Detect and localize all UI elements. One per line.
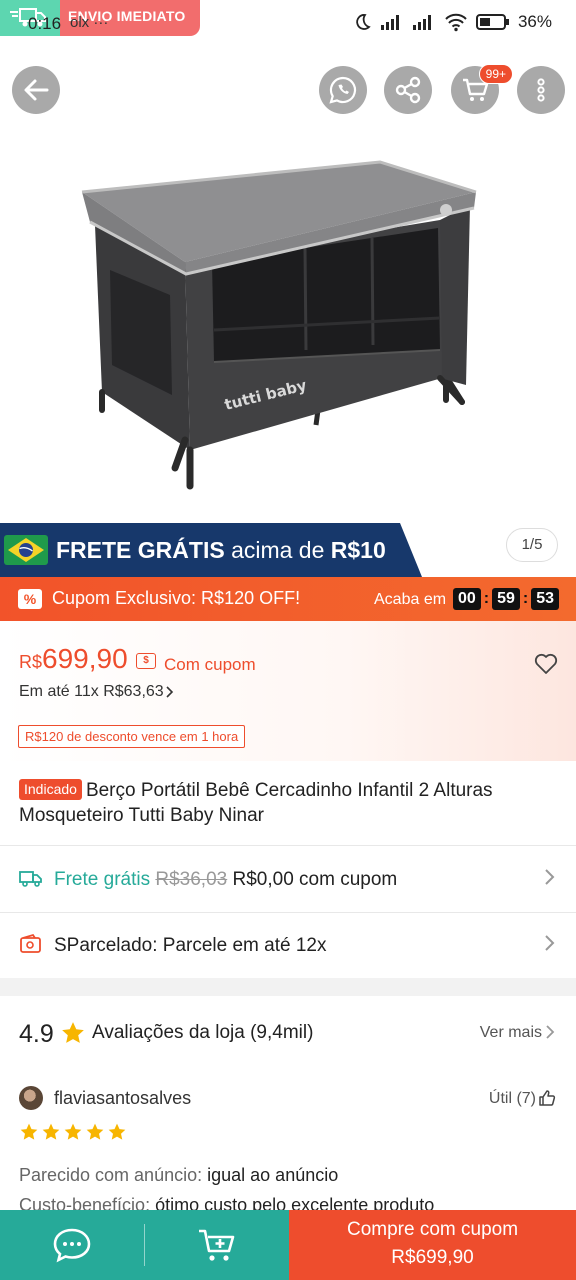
star-icon: [64, 1123, 82, 1140]
signal-icon-2: [412, 15, 431, 30]
section-gap: [0, 978, 576, 996]
rating-value: 4.9: [19, 1020, 54, 1048]
timer-seconds: 53: [531, 588, 560, 610]
status-bar: ENVIO IMEDIATO 0:16 olx ··· 36%: [0, 0, 576, 48]
star-icon: [108, 1123, 126, 1140]
separator: [144, 1224, 145, 1266]
image-pager: 1/5: [506, 528, 558, 562]
status-time: 0:16: [28, 14, 62, 33]
wallet-icon: [20, 933, 41, 953]
heart-icon[interactable]: [534, 653, 558, 675]
star-icon: [42, 1123, 60, 1140]
more-vertical-icon: [537, 78, 545, 102]
coupon-ticket-icon: $: [136, 653, 156, 669]
buy-with-coupon-button[interactable]: Compre com cupom R$699,90: [289, 1210, 576, 1280]
more-options-button[interactable]: [517, 66, 565, 114]
brazil-flag-icon: [4, 535, 48, 565]
status-icons: 36%: [352, 12, 552, 32]
price-section: R$699,90 $ Com cupom Em até 11x R$63,63 …: [0, 621, 576, 761]
see-more-link[interactable]: Ver mais: [480, 1024, 542, 1042]
whatsapp-button[interactable]: [319, 66, 367, 114]
frete-bold: FRETE GRÁTIS: [56, 537, 225, 563]
percent-coupon-icon: %: [18, 589, 42, 609]
chevron-right-icon: [545, 869, 555, 885]
product-image[interactable]: tutti baby: [0, 130, 576, 520]
attribute-value: igual ao anúncio: [207, 1165, 339, 1185]
com-cupom-label: Com cupom: [164, 655, 256, 674]
buy-label: Compre com cupom: [346, 1219, 519, 1240]
share-button[interactable]: [384, 66, 432, 114]
chevron-right-icon: [546, 1025, 555, 1039]
frete-text: FRETE GRÁTIS acima de R$10: [56, 537, 386, 564]
top-action-bar: 99+: [0, 64, 576, 118]
battery-percent: 36%: [517, 12, 552, 31]
truck-icon: [19, 871, 42, 887]
chat-icon[interactable]: [52, 1226, 92, 1264]
thumbs-up-icon[interactable]: [538, 1089, 556, 1107]
wifi-icon: [445, 13, 467, 32]
cart-button[interactable]: 99+: [451, 64, 513, 114]
star-icon: [20, 1123, 38, 1140]
frete-gratis-banner: FRETE GRÁTIS acima de R$10 1/5: [0, 523, 576, 577]
indicado-badge: Indicado: [19, 779, 82, 800]
review-header: flaviasantosalves Útil (7): [0, 1082, 576, 1118]
chevron-right-icon: [545, 935, 555, 951]
price: R$699,90: [19, 643, 128, 675]
store-reviews-label: Avaliações da loja (9,4mil): [92, 1022, 314, 1043]
signal-icon: [380, 15, 399, 30]
discount-expiry-tag: R$120 de desconto vence em 1 hora: [18, 725, 246, 748]
shipping-text: Frete grátis R$36,03 R$0,00 com cupom: [54, 869, 397, 891]
add-to-cart-icon[interactable]: [196, 1226, 238, 1264]
whatsapp-icon: [329, 76, 357, 104]
back-arrow-icon: [24, 79, 49, 101]
bottom-action-bar: Compre com cupom R$699,90: [0, 1210, 576, 1280]
ends-in-label: Acaba em: [374, 591, 447, 608]
review-attribute-similarity: Parecido com anúncio: igual ao anúncio: [19, 1165, 338, 1186]
store-rating-row[interactable]: 4.9 Avaliações da loja (9,4mil) Ver mais: [0, 1008, 576, 1058]
timer-hours: 00: [453, 588, 481, 610]
sparcelado-row[interactable]: SParcelado: Parcele em até 12x: [0, 913, 576, 977]
reviewer-name: flaviasantosalves: [54, 1088, 192, 1108]
frete-banner-bg: FRETE GRÁTIS acima de R$10: [0, 523, 422, 577]
sparcelado-text: SParcelado: Parcele em até 12x: [54, 935, 327, 956]
share-icon: [395, 76, 421, 104]
cart-count-badge: 99+: [478, 64, 513, 84]
attribute-label: Parecido com anúncio:: [19, 1165, 203, 1185]
product-title-text: Berço Portátil Bebê Cercadinho Infantil …: [19, 780, 493, 826]
buy-price: R$699,90: [391, 1247, 474, 1268]
star-icon: [86, 1123, 104, 1140]
back-button[interactable]: [12, 66, 60, 114]
status-notifications: olx ···: [70, 14, 109, 31]
moon-icon: [356, 14, 371, 30]
battery-icon: [475, 14, 509, 30]
coupon-bar[interactable]: % Cupom Exclusivo: R$120 OFF! Acaba em 0…: [0, 577, 576, 621]
shipping-label: Frete grátis: [54, 869, 151, 890]
frete-amount: R$10: [330, 537, 386, 563]
star-icon: [62, 1022, 84, 1043]
installments-text[interactable]: Em até 11x R$63,63: [19, 683, 164, 701]
chevron-right-icon: [166, 686, 174, 698]
product-title: Indicado Berço Portátil Bebê Cercadinho I…: [19, 778, 559, 828]
timer-minutes: 59: [492, 588, 520, 610]
avatar: [19, 1086, 43, 1110]
frete-normal: acima de: [231, 537, 325, 563]
shipping-old-price: R$36,03: [155, 869, 228, 890]
review-stars: [19, 1122, 127, 1142]
coupon-text: Cupom Exclusivo: R$120 OFF!: [52, 588, 301, 608]
helpful-count[interactable]: Útil (7): [489, 1090, 536, 1108]
countdown-timer: 00 : 59 : 53: [453, 588, 560, 610]
price-value: 699,90: [42, 643, 128, 674]
shipping-new-price: R$0,00 com cupom: [232, 869, 398, 890]
shipping-row[interactable]: Frete grátis R$36,03 R$0,00 com cupom: [0, 847, 576, 911]
divider: [0, 845, 576, 846]
price-currency: R$: [19, 652, 43, 672]
